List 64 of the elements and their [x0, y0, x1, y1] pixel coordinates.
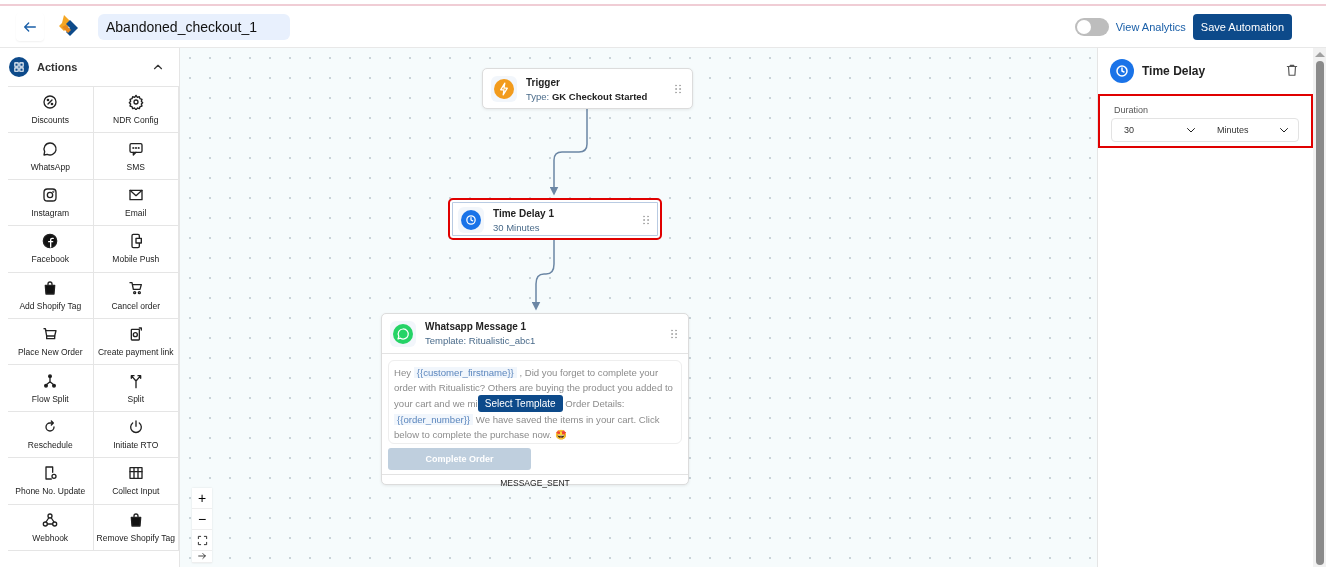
flow-node-card[interactable]: Trigger Type: GK Checkout Started	[482, 68, 693, 109]
output-label: MESSAGE_SENT	[382, 474, 688, 491]
action-item[interactable]: Cancel order	[93, 272, 179, 319]
hierarchy-icon	[42, 372, 59, 389]
circle-f-icon	[42, 233, 59, 250]
flow-name-field[interactable]: Abandoned_checkout_1	[98, 13, 290, 40]
analytics-toggle[interactable]	[1074, 17, 1109, 36]
node-title: Whatsapp Message 1	[425, 321, 528, 332]
action-item[interactable]: Flow Split	[8, 365, 94, 412]
chat-bubble-icon	[42, 140, 59, 157]
action-item[interactable]: Phone No. Update	[8, 458, 94, 505]
action-item[interactable]: Place New Order	[8, 318, 94, 366]
actions-title: Actions	[37, 61, 79, 73]
node-subtitle: 30 Minutes	[493, 221, 541, 233]
action-item[interactable]: Mobile Push	[93, 226, 179, 273]
columns-icon	[127, 465, 144, 482]
power-icon	[127, 418, 144, 435]
node-subtitle: Template: Ritualistic_abc1	[425, 335, 537, 346]
duration-label: Duration	[1113, 105, 1150, 115]
action-item[interactable]: Add Shopify Tag	[8, 272, 94, 319]
node-title: Time Delay 1	[493, 207, 555, 219]
action-item[interactable]: Create payment link	[93, 318, 179, 366]
action-item[interactable]: Instagram	[8, 179, 94, 227]
webhook-icon	[42, 511, 59, 528]
gear-icon	[127, 94, 144, 111]
chat-bubble-icon	[393, 323, 413, 344]
message-dots-icon	[127, 140, 144, 157]
node-subtitle: Type: GK Checkout Started	[526, 90, 649, 102]
grid-icon	[9, 57, 29, 77]
action-item[interactable]: Split	[93, 365, 179, 412]
action-item[interactable]: WhatsApp	[8, 133, 94, 180]
scrollbar[interactable]	[1313, 48, 1326, 567]
clock-icon	[1110, 59, 1134, 83]
trash-icon	[1285, 62, 1299, 77]
clock-icon	[461, 210, 481, 230]
action-item[interactable]: Reschedule	[8, 411, 94, 459]
zoom-out-button[interactable]: −	[192, 509, 212, 530]
message-preview: Hey {{customer_firstname}} , Did you forget to complete your order with Ritualistic? Others are buying the product you added to your cart and we mi Select Template Order Details: {{order_number}} We have saved the items in your cart. Click below to complete the purchase now. 🤩	[388, 360, 682, 444]
action-item[interactable]: Remove Shopify Tag	[93, 504, 179, 551]
lightning-icon	[494, 79, 514, 99]
save-automation-button[interactable]: Save Automation	[1192, 13, 1292, 40]
drag-handle-icon	[640, 213, 652, 227]
action-item[interactable]: Webhook	[8, 504, 94, 551]
zoom-in-button[interactable]: +	[192, 488, 212, 509]
action-item[interactable]: Facebook	[8, 226, 94, 273]
action-item[interactable]: Initiate RTO	[93, 411, 179, 459]
action-item[interactable]: NDR Config	[93, 87, 179, 134]
percent-badge-icon	[42, 94, 59, 111]
action-item[interactable]: SMS	[93, 133, 179, 180]
complete-order-button: Complete Order	[388, 448, 531, 470]
flow-node-card[interactable]: Time Delay 1 30 Minutes	[448, 198, 662, 240]
drag-handle-icon	[672, 82, 684, 96]
camera-icon	[42, 186, 59, 203]
fit-view-icon	[196, 534, 208, 546]
action-item[interactable]: Collect Input	[93, 458, 179, 505]
node-title: Trigger	[526, 76, 561, 88]
panel-title: Time Delay	[1142, 64, 1207, 78]
select-template-button[interactable]: Select Template	[477, 395, 563, 412]
action-item[interactable]: Discounts	[8, 87, 94, 134]
arrow-icon	[197, 551, 207, 561]
view-analytics-label[interactable]: View Analytics	[1115, 20, 1186, 33]
action-item[interactable]: Email	[93, 179, 179, 227]
cart-icon	[127, 279, 144, 296]
actions-header[interactable]: Actions	[0, 48, 179, 86]
